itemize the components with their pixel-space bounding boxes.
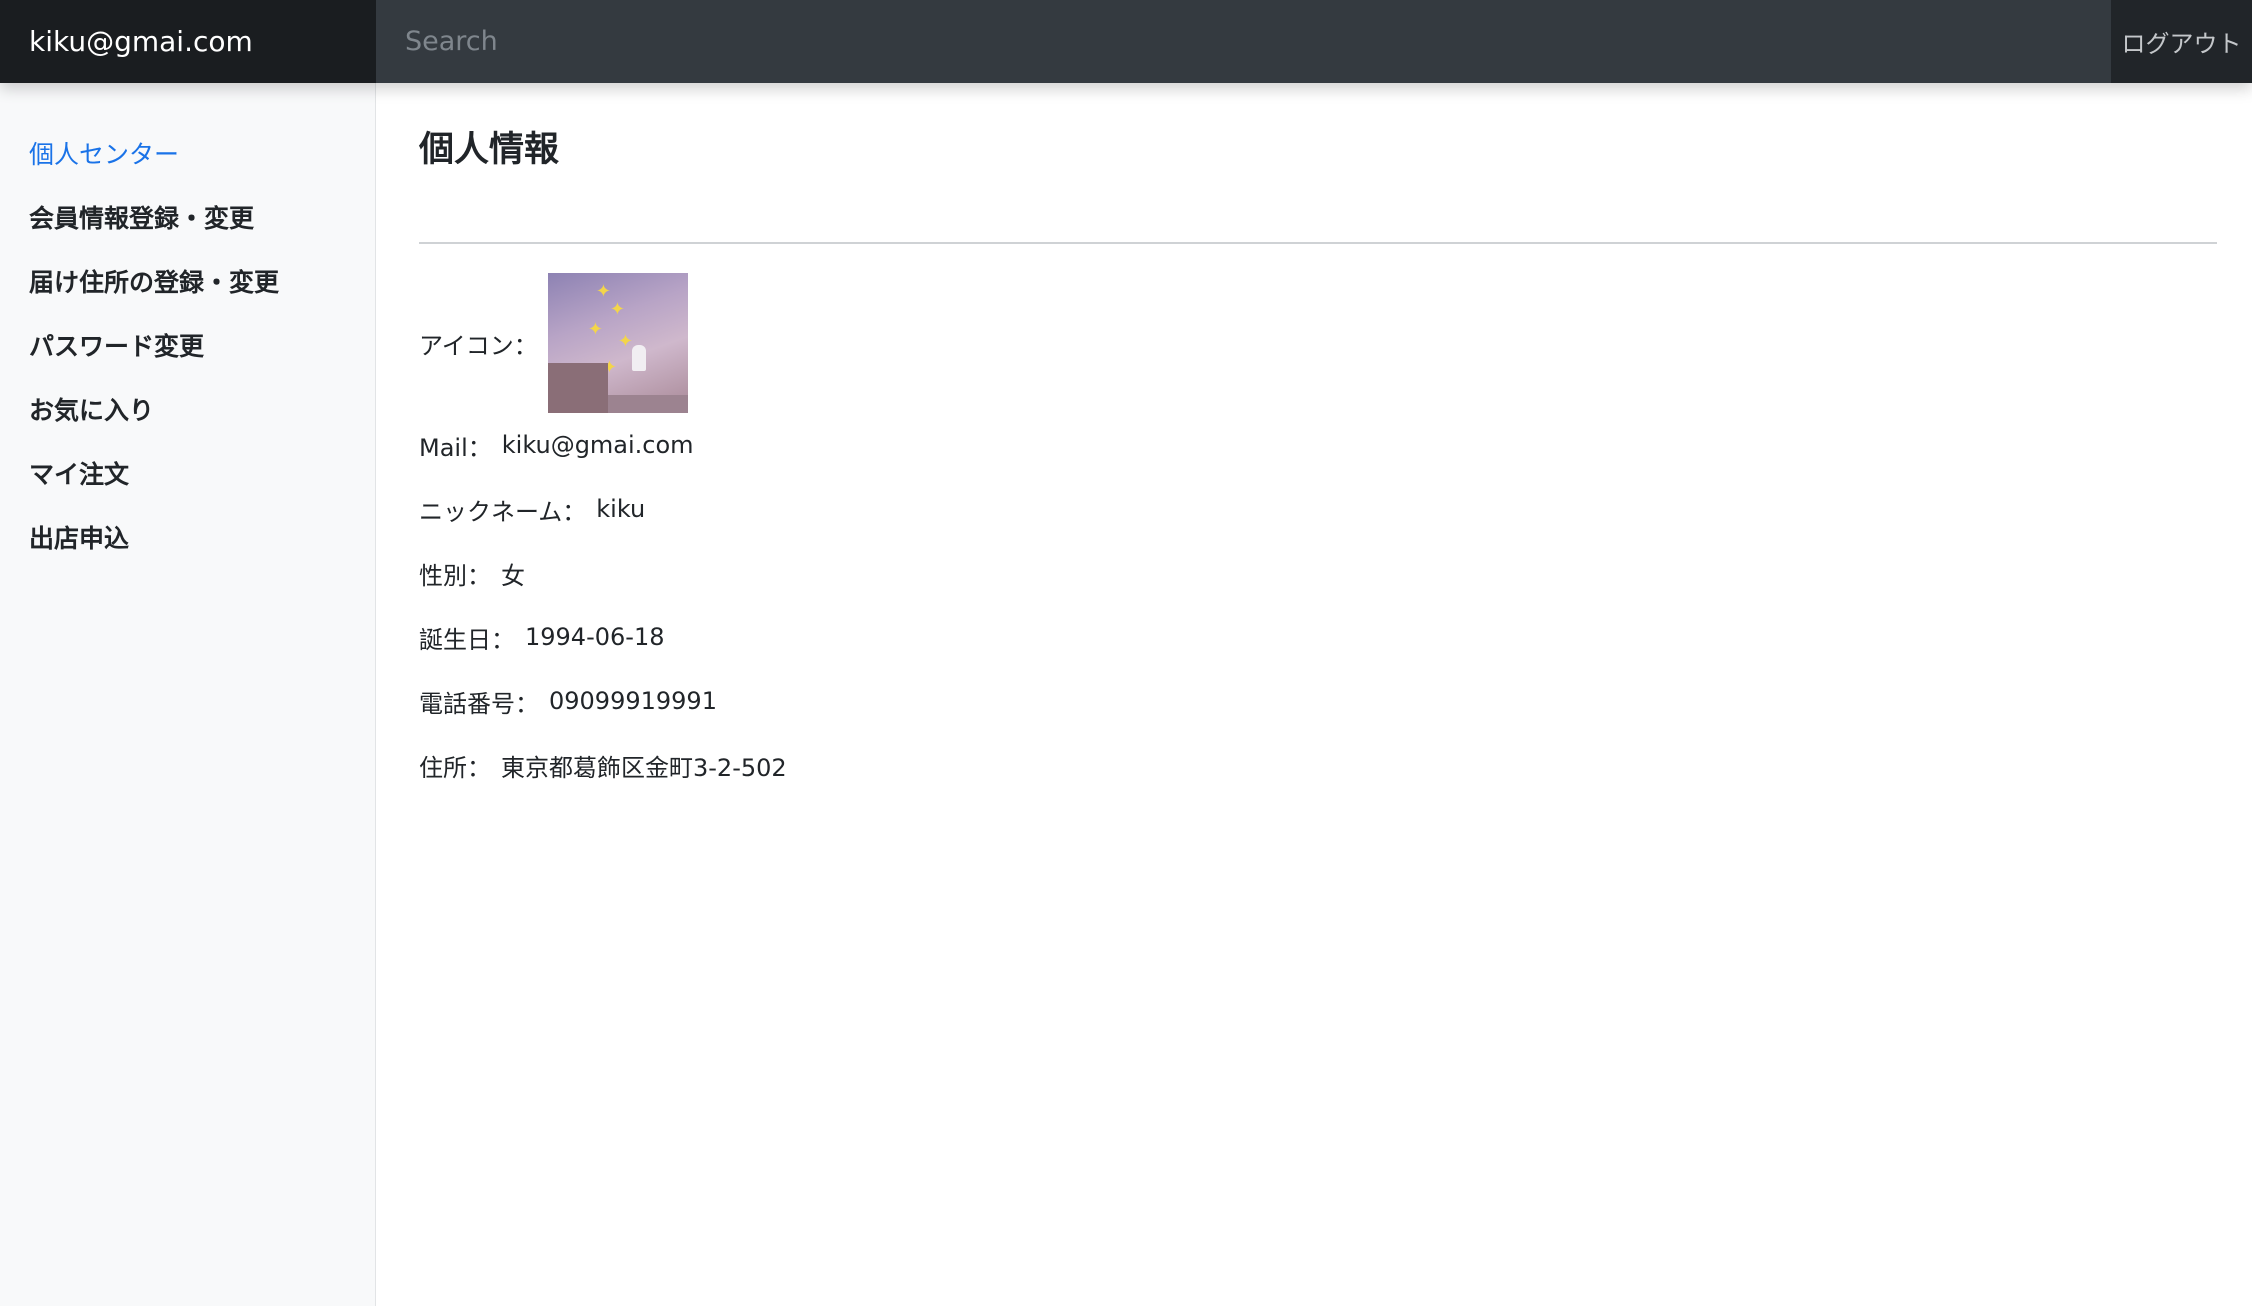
phone-value: 09099919991 <box>549 687 717 715</box>
birthday-value: 1994-06-18 <box>525 623 665 651</box>
mail-label: Mail： <box>419 433 492 462</box>
sidebar-item-member-info[interactable]: 会員情報登録・変更 <box>0 187 375 251</box>
phone-row: 電話番号： 09099919991 <box>419 669 2217 733</box>
sparkle-icon: ✦ <box>595 281 611 302</box>
birthday-row: 誕生日： 1994-06-18 <box>419 605 2217 669</box>
nickname-value: kiku <box>596 495 646 523</box>
gender-value: 女 <box>501 561 525 590</box>
gender-row: 性別： 女 <box>419 541 2217 605</box>
top-navbar: kiku@gmai.com ログアウト <box>0 0 2252 83</box>
sidebar-item-favorites[interactable]: お気に入り <box>0 379 375 443</box>
gender-label: 性別： <box>419 561 491 590</box>
mail-value: kiku@gmai.com <box>501 431 694 459</box>
birthday-label: 誕生日： <box>419 625 515 654</box>
avatar-roof-shape <box>607 395 688 413</box>
sparkle-icon: ✦ <box>617 331 633 352</box>
main-content: 個人情報 アイコン： ✦ ✦ ✦ ✦ ✦ ✦ Mail： kiku@gmai.c… <box>419 83 2217 797</box>
sparkle-icon: ✦ <box>587 319 603 340</box>
icon-label: アイコン： <box>419 331 538 360</box>
sidebar-item-my-orders[interactable]: マイ注文 <box>0 443 375 507</box>
sidebar-item-store-application[interactable]: 出店申込 <box>0 507 375 571</box>
sidebar-item-delivery-address[interactable]: 届け住所の登録・変更 <box>0 251 375 315</box>
search-input[interactable] <box>376 0 2111 83</box>
page-title: 個人情報 <box>419 121 2217 244</box>
address-value: 東京都葛飾区金町3-2-502 <box>501 753 787 782</box>
address-label: 住所： <box>419 753 491 782</box>
sparkle-icon: ✦ <box>609 299 625 320</box>
phone-label: 電話番号： <box>419 689 539 718</box>
sidebar-item-personal-center[interactable]: 個人センター <box>0 123 375 187</box>
sidebar-item-password[interactable]: パスワード変更 <box>0 315 375 379</box>
address-row: 住所： 東京都葛飾区金町3-2-502 <box>419 733 2217 797</box>
sidebar: 個人センター 会員情報登録・変更 届け住所の登録・変更 パスワード変更 お気に入… <box>0 83 376 1306</box>
nickname-label: ニックネーム： <box>419 497 587 526</box>
logout-button[interactable]: ログアウト <box>2111 0 2252 83</box>
icon-row: アイコン： ✦ ✦ ✦ ✦ ✦ ✦ <box>419 273 2217 413</box>
user-email-brand[interactable]: kiku@gmai.com <box>0 0 376 83</box>
mail-row: Mail： kiku@gmai.com <box>419 413 2217 477</box>
avatar-figure-shape <box>631 345 646 371</box>
avatar-image: ✦ ✦ ✦ ✦ ✦ ✦ <box>547 273 688 413</box>
avatar-building-shape <box>547 363 608 413</box>
nickname-row: ニックネーム： kiku <box>419 477 2217 541</box>
